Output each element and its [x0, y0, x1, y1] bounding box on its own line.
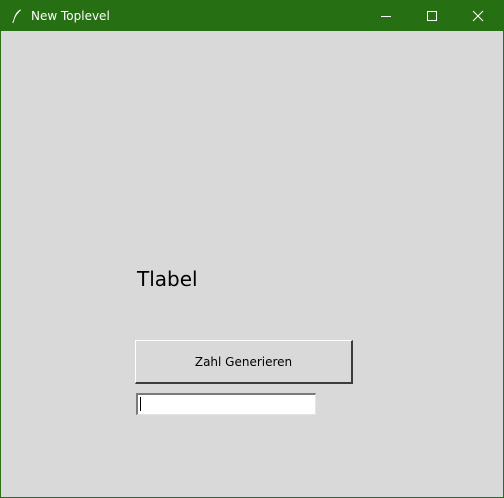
- app-window: New Toplevel Tlabel Zahl Generieren: [0, 0, 504, 498]
- feather-icon: [9, 8, 25, 24]
- number-entry-field[interactable]: [136, 393, 316, 415]
- close-icon: [472, 7, 484, 26]
- output-label: Tlabel: [137, 267, 198, 291]
- window-title: New Toplevel: [31, 9, 110, 23]
- minimize-button[interactable]: [363, 1, 409, 31]
- minimize-icon: [380, 7, 392, 26]
- maximize-button[interactable]: [409, 1, 455, 31]
- title-bar[interactable]: New Toplevel: [1, 1, 503, 31]
- text-cursor: [140, 397, 141, 411]
- close-button[interactable]: [455, 1, 501, 31]
- maximize-icon: [426, 7, 438, 26]
- window-client-area: Tlabel Zahl Generieren: [1, 31, 503, 497]
- generate-number-button[interactable]: Zahl Generieren: [135, 340, 353, 384]
- generate-button-label: Zahl Generieren: [194, 354, 293, 369]
